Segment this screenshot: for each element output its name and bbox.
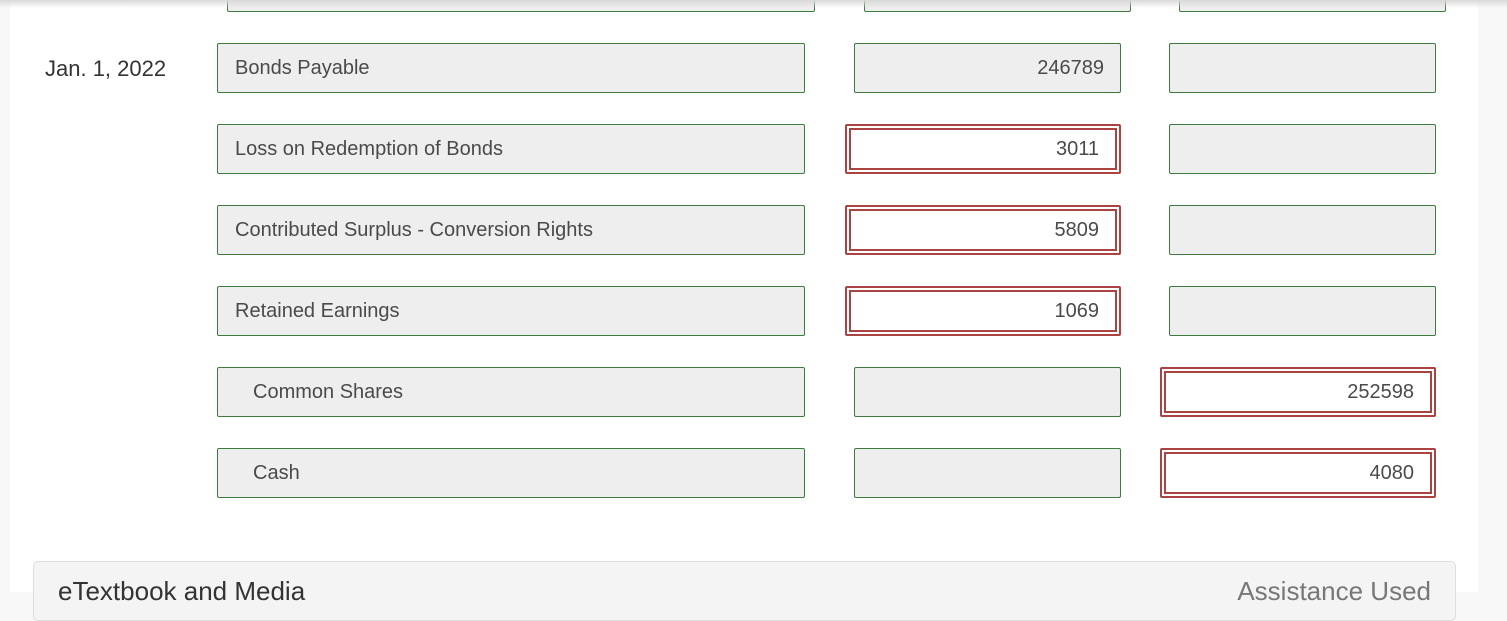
account-field[interactable]: Retained Earnings: [217, 286, 805, 336]
account-field[interactable]: Cash: [217, 448, 805, 498]
credit-field[interactable]: [1169, 43, 1436, 93]
previous-account-field[interactable]: [227, 0, 815, 12]
account-name: Common Shares: [253, 380, 404, 403]
debit-field-incorrect[interactable]: 5809: [845, 205, 1121, 255]
resources-panel: eTextbook and Media Assistance Used: [33, 561, 1456, 621]
debit-field-incorrect[interactable]: 1069: [845, 286, 1121, 336]
account-name: Loss on Redemption of Bonds: [235, 137, 503, 160]
account-field[interactable]: Common Shares: [217, 367, 805, 417]
debit-field[interactable]: [854, 367, 1121, 417]
debit-value: 1069: [1054, 299, 1100, 322]
previous-credit-field[interactable]: [1179, 0, 1446, 12]
debit-value: 5809: [1054, 218, 1100, 241]
account-name: Bonds Payable: [235, 56, 370, 79]
account-field[interactable]: Loss on Redemption of Bonds: [217, 124, 805, 174]
credit-value: 252598: [1347, 380, 1414, 403]
credit-field[interactable]: [1169, 286, 1436, 336]
debit-field[interactable]: [854, 448, 1121, 498]
debit-value: 3011: [1055, 137, 1099, 160]
credit-field-incorrect[interactable]: 252598: [1160, 367, 1436, 417]
previous-debit-field[interactable]: [864, 0, 1131, 12]
credit-field[interactable]: [1169, 205, 1436, 255]
account-field[interactable]: Bonds Payable: [217, 43, 805, 93]
entry-date: Jan. 1, 2022: [45, 56, 167, 81]
credit-field-incorrect[interactable]: 4080: [1160, 448, 1436, 498]
debit-field-incorrect[interactable]: 3011: [845, 124, 1121, 174]
account-name: Cash: [253, 461, 300, 484]
account-name: Retained Earnings: [235, 299, 400, 322]
debit-field[interactable]: 246789: [854, 43, 1121, 93]
credit-field[interactable]: [1169, 124, 1436, 174]
debit-value: 246789: [1037, 56, 1104, 79]
account-field[interactable]: Contributed Surplus - Conversion Rights: [217, 205, 805, 255]
credit-value: 4080: [1369, 461, 1415, 484]
account-name: Contributed Surplus - Conversion Rights: [235, 218, 593, 241]
